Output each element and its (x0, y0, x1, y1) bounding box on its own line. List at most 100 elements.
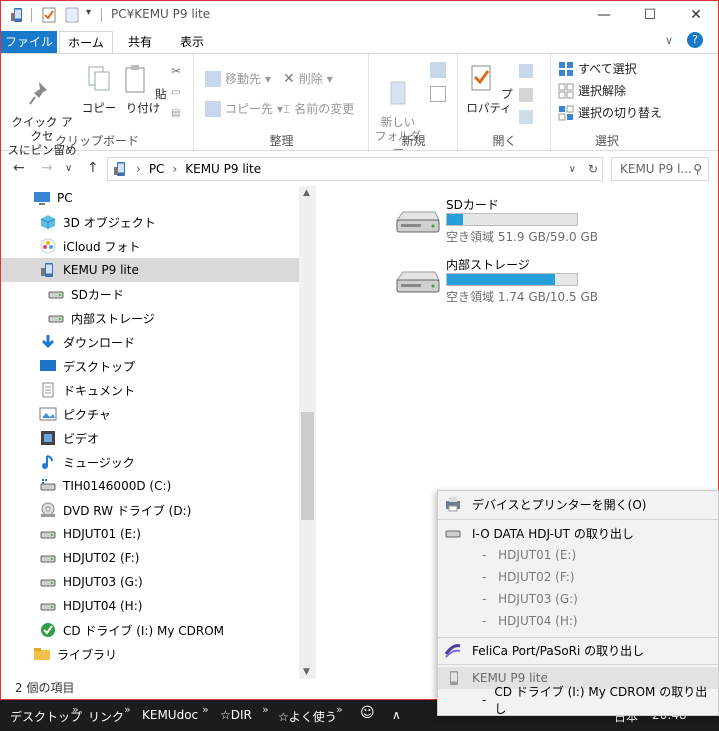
select-none-button[interactable]: 選択解除 (558, 82, 626, 100)
toolbar-favorites[interactable]: ☆よく使う (278, 708, 337, 725)
quick-access-dropdown-icon[interactable]: ▾ (86, 7, 102, 23)
nav-item[interactable]: HDJUT01 (E:) (1, 522, 299, 546)
open-icon[interactable] (519, 64, 533, 78)
properties-icon (471, 65, 491, 91)
new-item-icon[interactable] (430, 62, 446, 78)
nav-item[interactable]: SDカード (1, 282, 299, 306)
organize-group-label: 整理 (269, 134, 294, 148)
breadcrumb-chevron-icon[interactable]: › (136, 162, 141, 176)
address-bar[interactable]: › PC › KEMU P9 lite ∨ ↻ (107, 157, 603, 181)
menu-item-devices-printers[interactable]: デバイスとプリンターを開く(O) (438, 493, 718, 515)
paste-shortcut-icon[interactable]: ▤ (171, 108, 180, 119)
nav-item[interactable]: HDJUT04 (H:) (1, 594, 299, 618)
properties-icon[interactable] (41, 7, 57, 23)
system-drive-icon (40, 479, 56, 491)
copy-to-label: コピー先 (225, 102, 274, 116)
chevron-icon[interactable]: » (336, 703, 343, 716)
up-icon[interactable]: ↑ (87, 160, 99, 176)
delete-button[interactable]: ✕ 削除 ▾ (283, 70, 333, 88)
rename-label: 名前の変更 (294, 102, 355, 116)
address-dropdown-icon[interactable]: ∨ (569, 164, 576, 175)
scroll-down-icon[interactable]: ▼ (303, 667, 310, 677)
menu-item-eject-felica[interactable]: FeliCa Port/PaSoRi の取り出し (438, 639, 718, 661)
nav-item[interactable]: PC (1, 186, 299, 210)
properties-button[interactable]: プロパティ (463, 64, 515, 115)
divider (31, 8, 32, 22)
pictures-icon (39, 407, 57, 421)
new-folder-icon[interactable] (64, 7, 80, 23)
collapse-ribbon-icon[interactable]: ∨ (665, 34, 673, 47)
people-icon[interactable]: ☺ (360, 705, 375, 721)
nav-item[interactable]: DVD RW ドライブ (D:) (1, 498, 299, 522)
copy-button[interactable]: コピー (81, 64, 117, 115)
scroll-up-icon[interactable]: ▲ (303, 188, 310, 198)
drive-tile[interactable]: SDカード 空き領域 51.9 GB/59.0 GB (393, 196, 598, 246)
menu-item-eject-iodata[interactable]: I-O DATA HDJ-UT の取り出し (438, 522, 718, 544)
breadcrumb-device[interactable]: KEMU P9 lite (185, 162, 261, 176)
forward-icon[interactable]: → (41, 160, 53, 176)
toolbar-kemudoc[interactable]: KEMUdoc (142, 708, 198, 722)
paste-button[interactable]: 貼り付け (119, 64, 167, 115)
recent-locations-icon[interactable]: ∨ (65, 163, 72, 174)
maximize-button[interactable]: ☐ (627, 1, 673, 29)
chevron-icon[interactable]: » (202, 703, 209, 716)
nav-scrollbar[interactable]: ▲ ▼ (299, 186, 316, 679)
breadcrumb-chevron-icon[interactable]: › (172, 162, 177, 176)
ribbon-tabs: ファイル ホーム 共有 表示 ∨ ? (1, 31, 718, 53)
menu-item-eject-cdrom[interactable]: - CD ドライブ (I:) My CDROM の取り出し (438, 685, 718, 716)
drive-name: SDカード (446, 198, 499, 212)
tab-home[interactable]: ホーム (59, 31, 113, 53)
nav-item[interactable]: 内部ストレージ (1, 306, 299, 330)
breadcrumb-pc[interactable]: PC (149, 162, 165, 176)
close-icon: ✕ (690, 7, 702, 23)
cut-icon[interactable]: ✂ (171, 64, 181, 78)
videos-icon (41, 431, 55, 445)
copy-to-button[interactable]: コピー先 ▾ (205, 100, 283, 118)
nav-item[interactable]: ドキュメント (1, 378, 299, 402)
tab-share[interactable]: 共有 (117, 31, 163, 53)
back-icon[interactable]: ← (13, 160, 25, 176)
invert-selection-button[interactable]: 選択の切り替え (558, 104, 662, 122)
rename-button[interactable]: ⌶ 名前の変更 (283, 100, 354, 118)
tray-overflow-icon[interactable]: ∧ (392, 708, 401, 722)
tab-file[interactable]: ファイル (1, 31, 57, 53)
nav-item-label: ミュージック (63, 455, 135, 470)
nav-item[interactable]: iCloud フォト (1, 234, 299, 258)
nav-item[interactable]: ライブラリ (1, 642, 299, 666)
easy-access-icon[interactable] (430, 86, 446, 102)
chevron-icon[interactable]: » (124, 703, 131, 716)
nav-item[interactable]: CD ドライブ (I:) My CDROM (1, 618, 299, 642)
move-to-button[interactable]: 移動先 ▾ (205, 70, 271, 88)
close-button[interactable]: ✕ (673, 1, 719, 29)
toolbar-links[interactable]: リンク (88, 708, 124, 725)
nav-item-label: ライブラリ (57, 647, 118, 662)
nav-item[interactable]: TIH0146000D (C:) (1, 474, 299, 498)
help-icon[interactable]: ? (687, 32, 703, 48)
nav-item[interactable]: ピクチャ (1, 402, 299, 426)
nav-scrollbar-thumb[interactable] (301, 412, 314, 520)
tab-view[interactable]: 表示 (169, 31, 215, 53)
nav-item[interactable]: HDJUT02 (F:) (1, 546, 299, 570)
copy-path-icon[interactable]: ▭ (171, 87, 180, 98)
edit-icon[interactable] (519, 88, 533, 102)
nav-item[interactable]: ミュージック (1, 450, 299, 474)
select-all-button[interactable]: すべて選択 (558, 60, 637, 78)
minimize-button[interactable]: — (581, 1, 627, 29)
nav-item[interactable]: HDJUT03 (G:) (1, 570, 299, 594)
nav-item[interactable]: ダウンロード (1, 330, 299, 354)
toolbar-dir[interactable]: ☆DIR (220, 708, 252, 722)
open-group: プロパティ 開く (459, 54, 551, 152)
refresh-icon[interactable]: ↻ (588, 162, 598, 176)
copy-icon (88, 66, 110, 91)
drive-icon (40, 531, 56, 539)
chevron-icon[interactable]: » (72, 703, 79, 716)
nav-item[interactable]: 3D オブジェクト (1, 210, 299, 234)
drive-tile[interactable]: 内部ストレージ 空き領域 1.74 GB/10.5 GB (393, 256, 598, 306)
nav-item[interactable]: ビデオ (1, 426, 299, 450)
nav-item-label: iCloud フォト (63, 239, 141, 254)
chevron-icon[interactable]: » (262, 703, 269, 716)
search-input[interactable]: KEMU P9 l... ⚲ (611, 157, 709, 181)
nav-item[interactable]: デスクトップ (1, 354, 299, 378)
nav-item[interactable]: KEMU P9 lite (1, 258, 299, 282)
history-icon[interactable] (519, 110, 533, 124)
